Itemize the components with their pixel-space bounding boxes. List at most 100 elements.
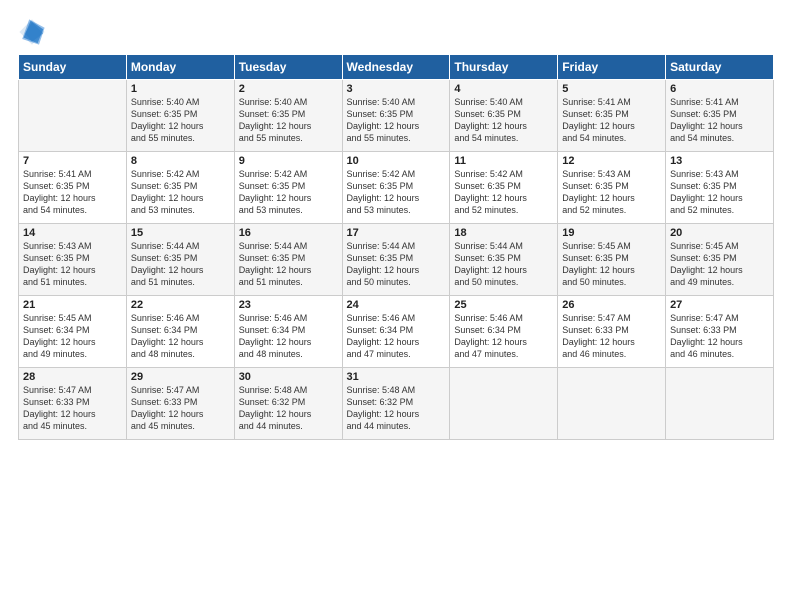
calendar-cell (666, 368, 774, 440)
calendar-cell: 19Sunrise: 5:45 AM Sunset: 6:35 PM Dayli… (558, 224, 666, 296)
calendar-cell: 31Sunrise: 5:48 AM Sunset: 6:32 PM Dayli… (342, 368, 450, 440)
day-info: Sunrise: 5:46 AM Sunset: 6:34 PM Dayligh… (454, 312, 553, 361)
day-number: 27 (670, 299, 769, 311)
day-info: Sunrise: 5:44 AM Sunset: 6:35 PM Dayligh… (239, 240, 338, 289)
header-cell-thursday: Thursday (450, 55, 558, 80)
calendar-cell: 29Sunrise: 5:47 AM Sunset: 6:33 PM Dayli… (126, 368, 234, 440)
day-number: 14 (23, 227, 122, 239)
day-number: 9 (239, 155, 338, 167)
calendar-cell: 5Sunrise: 5:41 AM Sunset: 6:35 PM Daylig… (558, 80, 666, 152)
calendar-cell (558, 368, 666, 440)
week-row-1: 1Sunrise: 5:40 AM Sunset: 6:35 PM Daylig… (19, 80, 774, 152)
day-number: 16 (239, 227, 338, 239)
day-number: 10 (347, 155, 446, 167)
calendar-cell: 12Sunrise: 5:43 AM Sunset: 6:35 PM Dayli… (558, 152, 666, 224)
day-number: 12 (562, 155, 661, 167)
day-info: Sunrise: 5:40 AM Sunset: 6:35 PM Dayligh… (347, 96, 446, 145)
day-number: 2 (239, 83, 338, 95)
day-number: 1 (131, 83, 230, 95)
calendar-cell: 1Sunrise: 5:40 AM Sunset: 6:35 PM Daylig… (126, 80, 234, 152)
calendar-cell: 14Sunrise: 5:43 AM Sunset: 6:35 PM Dayli… (19, 224, 127, 296)
day-number: 19 (562, 227, 661, 239)
day-number: 13 (670, 155, 769, 167)
day-number: 20 (670, 227, 769, 239)
day-number: 4 (454, 83, 553, 95)
day-info: Sunrise: 5:48 AM Sunset: 6:32 PM Dayligh… (347, 384, 446, 433)
day-info: Sunrise: 5:47 AM Sunset: 6:33 PM Dayligh… (562, 312, 661, 361)
calendar-cell: 10Sunrise: 5:42 AM Sunset: 6:35 PM Dayli… (342, 152, 450, 224)
header-cell-friday: Friday (558, 55, 666, 80)
header-cell-monday: Monday (126, 55, 234, 80)
calendar-cell: 23Sunrise: 5:46 AM Sunset: 6:34 PM Dayli… (234, 296, 342, 368)
calendar-header: SundayMondayTuesdayWednesdayThursdayFrid… (19, 55, 774, 80)
day-info: Sunrise: 5:43 AM Sunset: 6:35 PM Dayligh… (670, 168, 769, 217)
day-number: 30 (239, 371, 338, 383)
calendar-table: SundayMondayTuesdayWednesdayThursdayFrid… (18, 54, 774, 440)
day-info: Sunrise: 5:42 AM Sunset: 6:35 PM Dayligh… (131, 168, 230, 217)
day-number: 26 (562, 299, 661, 311)
calendar-cell: 28Sunrise: 5:47 AM Sunset: 6:33 PM Dayli… (19, 368, 127, 440)
day-number: 24 (347, 299, 446, 311)
day-info: Sunrise: 5:47 AM Sunset: 6:33 PM Dayligh… (670, 312, 769, 361)
day-info: Sunrise: 5:45 AM Sunset: 6:34 PM Dayligh… (23, 312, 122, 361)
day-number: 22 (131, 299, 230, 311)
day-number: 29 (131, 371, 230, 383)
week-row-2: 7Sunrise: 5:41 AM Sunset: 6:35 PM Daylig… (19, 152, 774, 224)
calendar-cell: 11Sunrise: 5:42 AM Sunset: 6:35 PM Dayli… (450, 152, 558, 224)
day-number: 17 (347, 227, 446, 239)
day-info: Sunrise: 5:40 AM Sunset: 6:35 PM Dayligh… (239, 96, 338, 145)
calendar-cell: 24Sunrise: 5:46 AM Sunset: 6:34 PM Dayli… (342, 296, 450, 368)
calendar-cell: 22Sunrise: 5:46 AM Sunset: 6:34 PM Dayli… (126, 296, 234, 368)
calendar-cell: 21Sunrise: 5:45 AM Sunset: 6:34 PM Dayli… (19, 296, 127, 368)
day-info: Sunrise: 5:41 AM Sunset: 6:35 PM Dayligh… (670, 96, 769, 145)
day-number: 15 (131, 227, 230, 239)
day-info: Sunrise: 5:43 AM Sunset: 6:35 PM Dayligh… (23, 240, 122, 289)
day-info: Sunrise: 5:45 AM Sunset: 6:35 PM Dayligh… (562, 240, 661, 289)
day-number: 18 (454, 227, 553, 239)
day-number: 21 (23, 299, 122, 311)
header-cell-saturday: Saturday (666, 55, 774, 80)
day-info: Sunrise: 5:42 AM Sunset: 6:35 PM Dayligh… (347, 168, 446, 217)
calendar-cell: 16Sunrise: 5:44 AM Sunset: 6:35 PM Dayli… (234, 224, 342, 296)
day-info: Sunrise: 5:46 AM Sunset: 6:34 PM Dayligh… (347, 312, 446, 361)
day-info: Sunrise: 5:45 AM Sunset: 6:35 PM Dayligh… (670, 240, 769, 289)
day-number: 6 (670, 83, 769, 95)
calendar-cell: 18Sunrise: 5:44 AM Sunset: 6:35 PM Dayli… (450, 224, 558, 296)
calendar-cell: 26Sunrise: 5:47 AM Sunset: 6:33 PM Dayli… (558, 296, 666, 368)
day-number: 7 (23, 155, 122, 167)
day-info: Sunrise: 5:40 AM Sunset: 6:35 PM Dayligh… (454, 96, 553, 145)
day-info: Sunrise: 5:42 AM Sunset: 6:35 PM Dayligh… (239, 168, 338, 217)
week-row-5: 28Sunrise: 5:47 AM Sunset: 6:33 PM Dayli… (19, 368, 774, 440)
logo (18, 18, 50, 46)
calendar-cell: 2Sunrise: 5:40 AM Sunset: 6:35 PM Daylig… (234, 80, 342, 152)
week-row-3: 14Sunrise: 5:43 AM Sunset: 6:35 PM Dayli… (19, 224, 774, 296)
logo-icon (18, 18, 46, 46)
calendar-cell (19, 80, 127, 152)
day-number: 8 (131, 155, 230, 167)
day-info: Sunrise: 5:44 AM Sunset: 6:35 PM Dayligh… (454, 240, 553, 289)
calendar-cell: 8Sunrise: 5:42 AM Sunset: 6:35 PM Daylig… (126, 152, 234, 224)
day-number: 11 (454, 155, 553, 167)
calendar-cell: 6Sunrise: 5:41 AM Sunset: 6:35 PM Daylig… (666, 80, 774, 152)
day-info: Sunrise: 5:44 AM Sunset: 6:35 PM Dayligh… (131, 240, 230, 289)
header-row: SundayMondayTuesdayWednesdayThursdayFrid… (19, 55, 774, 80)
day-info: Sunrise: 5:42 AM Sunset: 6:35 PM Dayligh… (454, 168, 553, 217)
page-header (18, 18, 774, 46)
calendar-cell (450, 368, 558, 440)
day-number: 31 (347, 371, 446, 383)
calendar-cell: 30Sunrise: 5:48 AM Sunset: 6:32 PM Dayli… (234, 368, 342, 440)
header-cell-wednesday: Wednesday (342, 55, 450, 80)
day-number: 23 (239, 299, 338, 311)
calendar-cell: 9Sunrise: 5:42 AM Sunset: 6:35 PM Daylig… (234, 152, 342, 224)
day-number: 28 (23, 371, 122, 383)
day-number: 25 (454, 299, 553, 311)
calendar-cell: 15Sunrise: 5:44 AM Sunset: 6:35 PM Dayli… (126, 224, 234, 296)
day-info: Sunrise: 5:46 AM Sunset: 6:34 PM Dayligh… (131, 312, 230, 361)
calendar-cell: 20Sunrise: 5:45 AM Sunset: 6:35 PM Dayli… (666, 224, 774, 296)
day-info: Sunrise: 5:40 AM Sunset: 6:35 PM Dayligh… (131, 96, 230, 145)
calendar-body: 1Sunrise: 5:40 AM Sunset: 6:35 PM Daylig… (19, 80, 774, 440)
header-cell-tuesday: Tuesday (234, 55, 342, 80)
day-info: Sunrise: 5:41 AM Sunset: 6:35 PM Dayligh… (23, 168, 122, 217)
calendar-cell: 7Sunrise: 5:41 AM Sunset: 6:35 PM Daylig… (19, 152, 127, 224)
calendar-cell: 4Sunrise: 5:40 AM Sunset: 6:35 PM Daylig… (450, 80, 558, 152)
